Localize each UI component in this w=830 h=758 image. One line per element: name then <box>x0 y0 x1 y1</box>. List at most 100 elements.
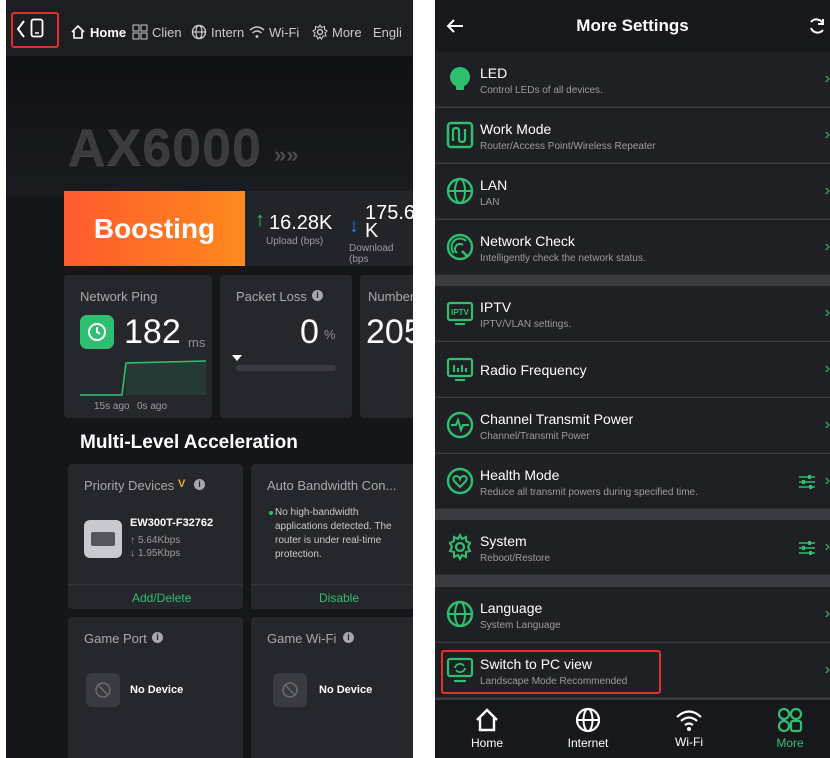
globe-icon <box>445 176 475 206</box>
globe-icon <box>548 706 628 734</box>
top-navigation: Home Clien Intern Wi-Fi More Engli <box>6 0 413 56</box>
ping-value: 182 <box>124 313 181 351</box>
row-sub: Router/Access Point/Wireless Repeater <box>480 141 656 152</box>
disable-link[interactable]: Disable <box>319 591 359 605</box>
tab-more-label: More <box>776 736 804 750</box>
number-value: 205 <box>366 313 413 351</box>
chevron-right-icon: › <box>824 472 830 489</box>
row-sub: Reduce all transmit powers during specif… <box>480 487 698 498</box>
packet-loss-title: Packet Loss <box>236 289 307 304</box>
nav-wifi[interactable]: Wi-Fi <box>249 22 299 42</box>
row-sub: Channel/Transmit Power <box>480 431 590 442</box>
game-port-card[interactable]: Game Port i No Device <box>68 617 243 758</box>
status-dot-icon <box>269 511 273 515</box>
packet-loss-unit: % <box>324 327 336 342</box>
tab-wifi[interactable]: Wi-Fi <box>649 706 729 749</box>
tune-sliders-icon[interactable] <box>798 474 816 495</box>
chevrons-icon: »» <box>274 142 299 167</box>
tune-sliders-icon[interactable] <box>798 540 816 561</box>
settings-row-lan[interactable]: LAN LAN › <box>435 164 830 219</box>
tab-internet[interactable]: Internet <box>548 706 628 750</box>
download-arrow-icon: ↓ <box>349 215 359 237</box>
settings-row-network-check[interactable]: Network Check Intelligently check the ne… <box>435 220 830 275</box>
no-device-icon <box>86 673 120 707</box>
row-sub: Reboot/Restore <box>480 553 551 564</box>
row-sub: LAN <box>480 197 500 208</box>
upload-arrow-icon: ↑ <box>255 209 265 231</box>
row-sub: IPTV/VLAN settings. <box>480 319 572 330</box>
priority-devices-title: Priority Devices <box>84 478 175 493</box>
boosting-button[interactable]: Boosting <box>64 191 245 266</box>
home-icon <box>447 706 527 734</box>
nav-wifi-label: Wi-Fi <box>269 24 300 40</box>
settings-row-work-mode[interactable]: Work Mode Router/Access Point/Wireless R… <box>435 108 830 163</box>
wifi-icon <box>249 25 265 39</box>
row-label: Health Mode <box>480 467 560 483</box>
chevron-right-icon: › <box>824 126 830 143</box>
nav-home[interactable]: Home <box>70 22 126 42</box>
svg-text:IPTV: IPTV <box>451 308 469 317</box>
dropdown-caret-icon <box>232 355 242 361</box>
tab-more[interactable]: More <box>750 706 830 750</box>
heart-icon <box>445 466 475 496</box>
row-label: LED <box>480 65 508 81</box>
refresh-icon[interactable] <box>807 16 827 41</box>
row-label: Language <box>480 600 543 616</box>
more-grid-icon <box>750 706 830 734</box>
auto-bandwidth-title: Auto Bandwidth Con... <box>267 478 397 493</box>
network-ping-card[interactable]: Network Ping 182 ms 15s ago 0s ago <box>64 275 212 418</box>
nav-internet-label: Intern <box>211 24 245 40</box>
auto-bandwidth-card[interactable]: Auto Bandwidth Con... No high-bandwidth … <box>251 464 413 609</box>
add-delete-link[interactable]: Add/Delete <box>132 591 191 605</box>
row-label: Channel Transmit Power <box>480 411 634 427</box>
highlight-box <box>441 650 661 694</box>
chevron-right-icon: › <box>824 661 830 678</box>
info-icon: i <box>343 632 354 643</box>
globe-icon <box>191 24 207 40</box>
settings-row-health-mode[interactable]: Health Mode Reduce all transmit powers d… <box>435 454 830 509</box>
ping-title: Network Ping <box>80 289 158 304</box>
game-wifi-card[interactable]: Game Wi-Fi i No Device <box>251 617 413 758</box>
vip-icon: V <box>178 478 186 490</box>
download-label: Download (bps <box>349 243 394 265</box>
nav-internet[interactable]: Intern <box>191 22 244 42</box>
pulse-icon <box>445 410 475 440</box>
info-icon: i <box>194 479 205 490</box>
radio-frequency-icon <box>445 354 475 384</box>
nav-language-label: Engli <box>373 24 402 40</box>
download-value-unit: K <box>365 220 379 242</box>
settings-row-iptv[interactable]: IPTV IPTV IPTV/VLAN settings. › <box>435 286 830 341</box>
row-label: LAN <box>480 177 508 193</box>
ping-time-end: 0s ago <box>137 401 168 412</box>
nav-clients[interactable]: Clien <box>132 22 182 42</box>
priority-devices-card[interactable]: Priority Devices V i EW300T-F32762 ↑ 5.6… <box>68 464 243 609</box>
nav-more[interactable]: More <box>312 22 362 42</box>
gear-icon <box>312 24 328 40</box>
settings-row-language[interactable]: Language System Language › <box>435 587 830 642</box>
packet-loss-card[interactable]: Packet Loss i 0 % <box>220 275 352 418</box>
ping-sparkline <box>80 360 206 396</box>
settings-row-channel-transmit-power[interactable]: Channel Transmit Power Channel/Transmit … <box>435 398 830 453</box>
chevron-right-icon: › <box>824 605 830 622</box>
device-down-arrow-icon: ↓ <box>130 548 135 559</box>
card-divider <box>68 584 243 585</box>
info-icon: i <box>312 290 323 301</box>
no-device-icon <box>273 673 307 707</box>
settings-row-radio-frequency[interactable]: Radio Frequency › <box>435 342 830 397</box>
device-name: EW300T-F32762 <box>130 517 214 529</box>
settings-row-led[interactable]: LED Control LEDs of all devices. › <box>435 52 830 107</box>
number-card[interactable]: Number 205 <box>360 275 413 418</box>
device-down-rate: 1.95Kbps <box>138 548 181 559</box>
upload-value: 16.28K <box>269 212 333 234</box>
game-wifi-status: No Device <box>319 684 373 696</box>
chevron-right-icon: › <box>824 70 830 87</box>
settings-row-system[interactable]: System Reboot/Restore › <box>435 520 830 575</box>
nav-more-label: More <box>332 24 362 40</box>
nav-clients-label: Clien <box>152 24 182 40</box>
chevron-right-icon: › <box>824 360 830 377</box>
row-label: Radio Frequency <box>480 362 587 378</box>
row-label: System <box>480 533 527 549</box>
tab-home[interactable]: Home <box>447 706 527 750</box>
ping-unit: ms <box>188 335 206 350</box>
nav-language[interactable]: Engli <box>373 22 402 42</box>
